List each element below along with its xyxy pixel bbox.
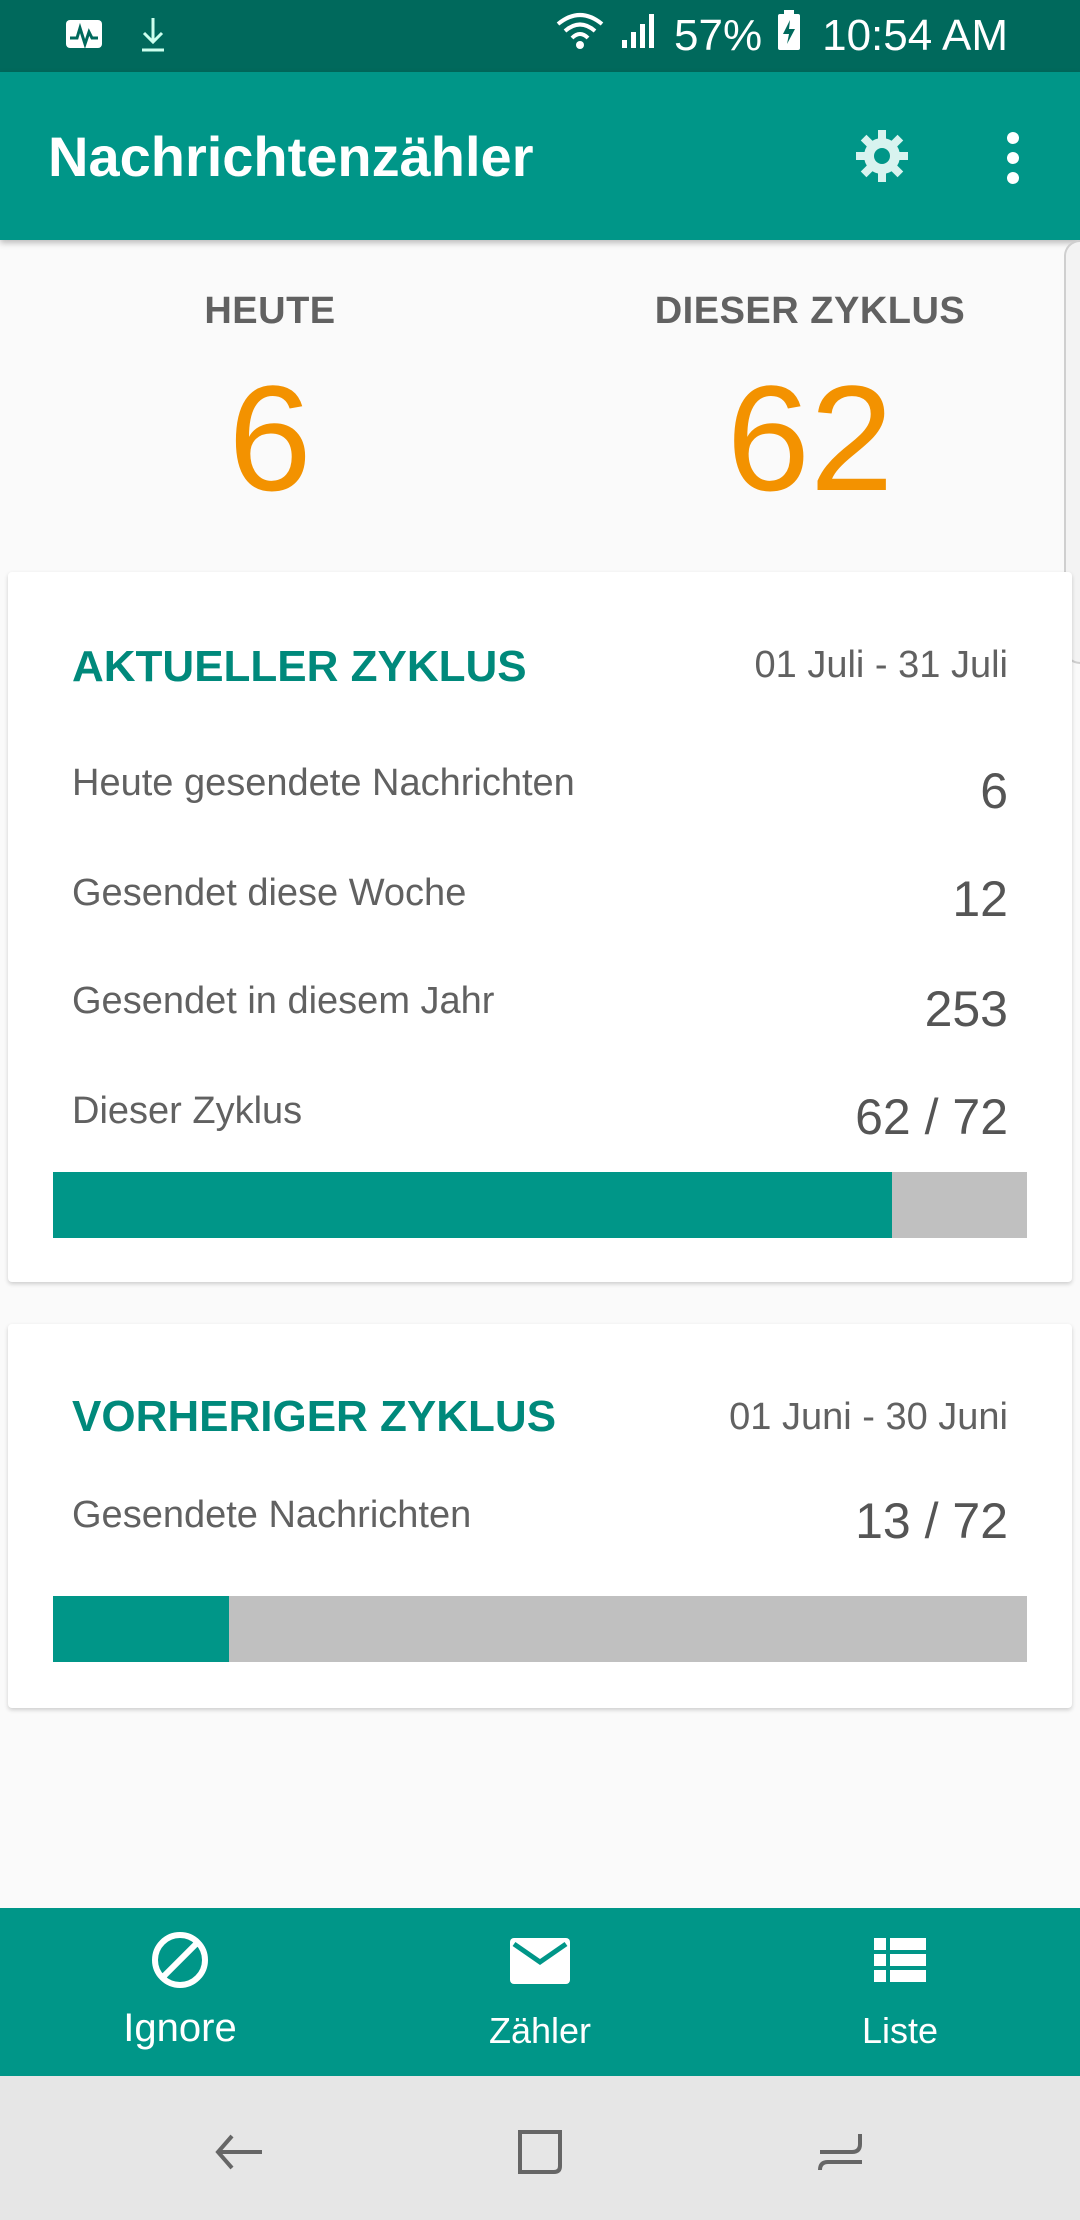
row-value-year: 253 <box>924 981 1008 1037</box>
clock: 10:54 AM <box>822 10 1008 60</box>
wifi-icon <box>554 8 606 63</box>
row-label-cycle: Dieser Zyklus <box>72 1090 303 1132</box>
more-vert-icon[interactable] <box>998 130 1028 186</box>
cycle-value: 62 <box>726 354 894 522</box>
cycle-counter: DIESER ZYKLUS 62 <box>610 290 1010 513</box>
battery-icon <box>776 8 802 63</box>
row-value-previous: 13 / 72 <box>855 1493 1008 1549</box>
status-bar: 57% 10:54 AM <box>0 0 1080 72</box>
settings-gear-icon[interactable] <box>854 128 910 184</box>
row-value-cycle: 62 / 72 <box>855 1089 1008 1145</box>
current-cycle-progress-bar <box>53 1172 1027 1238</box>
previous-cycle-progress-bar <box>53 1596 1027 1662</box>
current-cycle-card: AKTUELLER ZYKLUS 01 Juli - 31 Juli Heute… <box>8 572 1072 1282</box>
nav-label-liste: Liste <box>861 2010 939 2051</box>
previous-cycle-card: VORHERIGER ZYKLUS 01 Juni - 30 Juni Gese… <box>8 1324 1072 1708</box>
previous-cycle-progress-fill <box>53 1596 230 1662</box>
today-counter: HEUTE 6 <box>70 290 470 513</box>
activity-icon <box>64 14 104 59</box>
bottom-navigation: Ignore Zähler Liste <box>0 1908 1080 2076</box>
current-cycle-title: AKTUELLER ZYKLUS <box>72 642 527 691</box>
download-icon <box>138 14 168 59</box>
nav-item-liste[interactable]: Liste <box>720 1908 1080 2076</box>
system-navigation-bar <box>0 2076 1080 2220</box>
recents-icon[interactable] <box>812 2122 872 2182</box>
row-label-today: Heute gesendete Nachrichten <box>72 762 575 804</box>
today-value: 6 <box>228 354 312 522</box>
back-icon[interactable] <box>210 2122 270 2182</box>
nav-item-zaehler[interactable]: Zähler <box>360 1908 720 2076</box>
nav-item-ignore[interactable]: Ignore <box>0 1908 360 2076</box>
nav-label-ignore: Ignore <box>123 2006 237 2050</box>
app-bar: Nachrichtenzähler <box>0 72 1080 240</box>
row-value-week: 12 <box>952 871 1008 927</box>
list-icon <box>870 1930 930 1990</box>
nav-label-zaehler: Zähler <box>488 2010 592 2051</box>
home-icon[interactable] <box>510 2122 570 2182</box>
today-label: HEUTE <box>204 290 336 332</box>
app-title: Nachrichtenzähler <box>48 125 534 188</box>
row-label-year: Gesendet in diesem Jahr <box>72 980 495 1022</box>
cycle-label: DIESER ZYKLUS <box>654 290 966 332</box>
row-label-week: Gesendet diese Woche <box>72 872 467 914</box>
previous-cycle-title: VORHERIGER ZYKLUS <box>72 1392 557 1441</box>
current-cycle-range: 01 Juli - 31 Juli <box>754 644 1008 686</box>
row-label-previous: Gesendete Nachrichten <box>72 1494 472 1536</box>
row-value-today: 6 <box>980 763 1008 819</box>
block-icon <box>150 1930 210 1990</box>
battery-percent: 57% <box>674 10 763 60</box>
mail-icon <box>510 1930 570 1990</box>
signal-icon <box>620 8 660 63</box>
previous-cycle-range: 01 Juni - 30 Juni <box>729 1396 1008 1438</box>
current-cycle-progress-fill <box>53 1172 892 1238</box>
summary-counters: HEUTE 6 DIESER ZYKLUS 62 <box>0 240 1080 570</box>
